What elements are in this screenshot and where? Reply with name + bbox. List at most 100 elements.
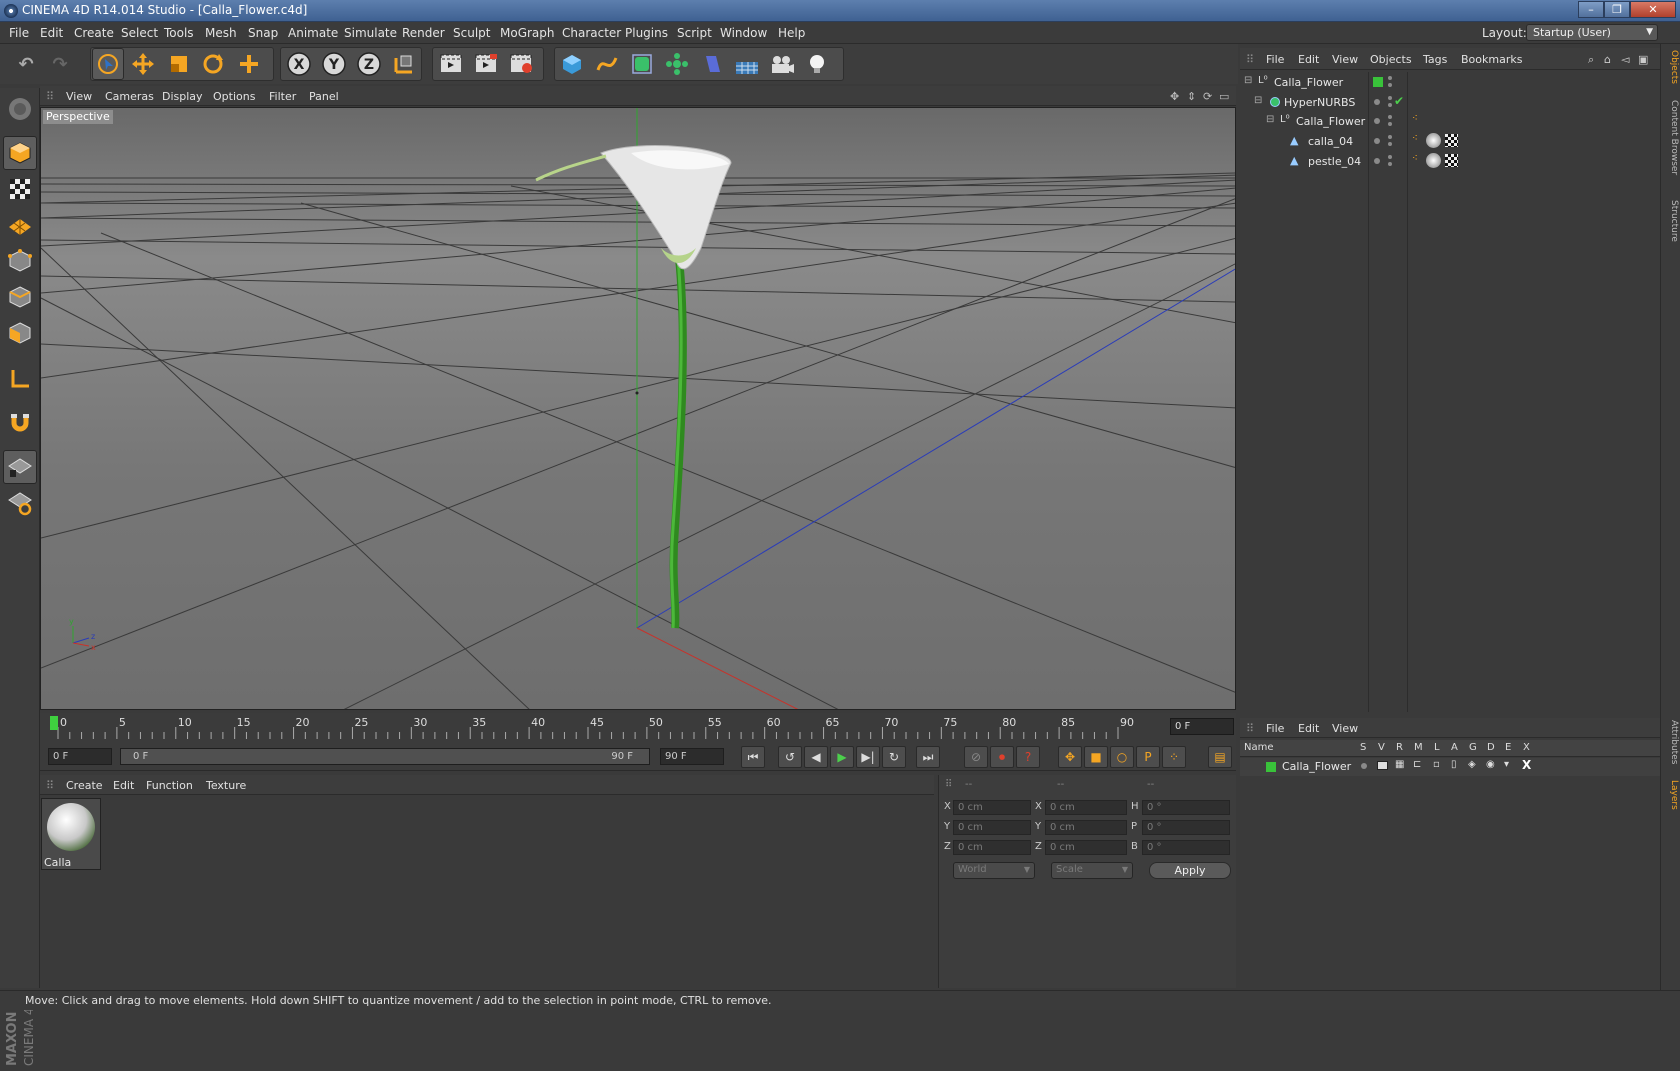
collapse-icon[interactable]: ⊟ [1266,114,1274,125]
viewport-maximize-icon[interactable]: ▭ [1219,90,1229,103]
go-to-start-icon[interactable]: ⏮ [741,746,765,768]
move-tool-icon[interactable] [127,48,159,80]
menu-window[interactable]: Window [720,26,767,40]
phong-tag-icon[interactable]: ⁖ [1412,113,1418,124]
light-bulb-icon[interactable] [801,48,833,80]
menu-plugins[interactable]: Plugins [625,26,668,40]
points-mode-icon[interactable] [3,244,37,278]
object-row[interactable]: ▲ calla_04 ⁖ [1240,132,1660,151]
redo-icon[interactable]: ↷ [44,48,76,80]
edges-mode-icon[interactable] [3,280,37,314]
back-icon[interactable]: ◅ [1621,53,1629,66]
menu-animate[interactable]: Animate [288,26,338,40]
viewport-menu-cameras[interactable]: Cameras [105,90,154,103]
menu-script[interactable]: Script [677,26,712,40]
editor-visibility-dot[interactable] [1388,115,1392,119]
menu-sculpt[interactable]: Sculpt [453,26,490,40]
object-menu-edit[interactable]: Edit [1298,53,1319,66]
key-scale-icon[interactable]: ■ [1084,746,1108,768]
solo-toggle-icon[interactable] [1361,763,1367,769]
coordinate-system-icon[interactable] [388,48,420,80]
layout-dropdown[interactable]: Startup (User) ▼ [1526,24,1658,41]
material-menu-texture[interactable]: Texture [206,779,246,792]
render-visibility-dot[interactable] [1388,162,1392,166]
uvw-tag-icon[interactable] [1445,154,1458,167]
column-deformers[interactable]: D [1487,742,1495,753]
render-visibility-dot[interactable] [1388,83,1392,87]
array-clone-icon[interactable] [661,48,693,80]
rot-h-field[interactable]: 0 ° [1142,800,1230,815]
menu-mograph[interactable]: MoGraph [500,26,555,40]
editor-visibility-dot[interactable] [1388,76,1392,80]
column-render[interactable]: R [1396,742,1403,753]
object-menu-file[interactable]: File [1266,53,1284,66]
maximize-button[interactable]: ❐ [1604,1,1630,18]
home-icon[interactable]: ⌂ [1604,53,1611,66]
editor-visibility-dot[interactable] [1388,135,1392,139]
timeline-window-icon[interactable]: ▤ [1208,746,1232,768]
column-expressions[interactable]: E [1505,742,1511,753]
column-manager[interactable]: M [1414,742,1423,753]
record-keys-icon[interactable]: ⊘ [964,746,988,768]
next-frame-icon[interactable]: ▶| [856,746,880,768]
panel-grip-icon[interactable]: ⠿ [1246,53,1254,66]
render-picture-viewer-icon[interactable] [470,48,502,80]
size-y-field[interactable]: 0 cm [1045,820,1127,835]
apply-button[interactable]: Apply [1149,862,1231,879]
editor-visibility-dot[interactable] [1388,96,1392,100]
camera-label[interactable]: Perspective [43,110,113,124]
viewport-menu-filter[interactable]: Filter [269,90,296,103]
object-row[interactable]: ⊟ HyperNURBS ✔ [1240,93,1660,112]
autokeying-icon[interactable]: ⏺ [990,746,1014,768]
key-position-icon[interactable]: ✥ [1058,746,1082,768]
menu-edit[interactable]: Edit [40,26,63,40]
layer-color-swatch[interactable] [1373,77,1383,87]
viewport-menu-display[interactable]: Display [162,90,203,103]
xref-toggle-icon[interactable]: X [1522,758,1531,772]
layer-dot[interactable] [1374,158,1380,164]
object-row[interactable]: ▲ pestle_04 ⁖ [1240,152,1660,171]
layer-menu-file[interactable]: File [1266,722,1284,735]
texture-mode-icon[interactable] [3,172,37,206]
viewport-menu-options[interactable]: Options [213,90,255,103]
editor-visibility-dot[interactable] [1388,155,1392,159]
material-menu-function[interactable]: Function [146,779,193,792]
menu-create[interactable]: Create [74,26,114,40]
rot-b-field[interactable]: 0 ° [1142,840,1230,855]
spline-pen-icon[interactable] [591,48,623,80]
deformer-toggle-icon[interactable]: ◉ [1486,759,1495,770]
key-rotation-icon[interactable]: ○ [1110,746,1134,768]
menu-mesh[interactable]: Mesh [205,26,237,40]
side-tab-objects[interactable]: Objects [1663,50,1679,84]
object-menu-view[interactable]: View [1332,53,1358,66]
panel-grip-icon[interactable]: ⠿ [1246,722,1254,735]
viewport-zoom-icon[interactable]: ⇕ [1187,90,1196,103]
layer-dot[interactable] [1374,138,1380,144]
current-frame-field[interactable]: 0 F [1170,718,1234,735]
column-solo[interactable]: S [1360,742,1366,753]
minimize-button[interactable]: – [1578,1,1604,18]
animation-toggle-icon[interactable]: ▯ [1451,759,1457,770]
previous-key-icon[interactable]: ↺ [778,746,802,768]
menu-character[interactable]: Character [562,26,621,40]
collapse-icon[interactable]: ⊟ [1254,95,1262,106]
next-key-icon[interactable]: ↻ [882,746,906,768]
play-icon[interactable]: ▶ [830,746,854,768]
expression-toggle-icon[interactable]: ▾ [1504,759,1509,770]
layer-row[interactable]: Calla_Flower ▦ ⊏ ▫ ▯ ◈ ◉ ▾ X [1240,758,1660,776]
material-menu-edit[interactable]: Edit [113,779,134,792]
column-visible[interactable]: V [1378,742,1385,753]
model-mode-icon[interactable] [3,136,37,170]
material-menu-create[interactable]: Create [66,779,103,792]
rot-p-field[interactable]: 0 ° [1142,820,1230,835]
side-tab-layers[interactable]: Layers [1663,780,1679,810]
object-menu-bookmarks[interactable]: Bookmarks [1461,53,1522,66]
size-z-field[interactable]: 0 cm [1045,840,1127,855]
cube-icon[interactable] [556,48,588,80]
pos-z-field[interactable]: 0 cm [953,840,1031,855]
side-tab-content-browser[interactable]: Content Browser [1663,100,1679,175]
layer-menu-view[interactable]: View [1332,722,1358,735]
new-window-icon[interactable]: ▣ [1638,53,1648,66]
visible-toggle-icon[interactable] [1377,761,1388,770]
live-selection-icon[interactable] [92,48,124,80]
